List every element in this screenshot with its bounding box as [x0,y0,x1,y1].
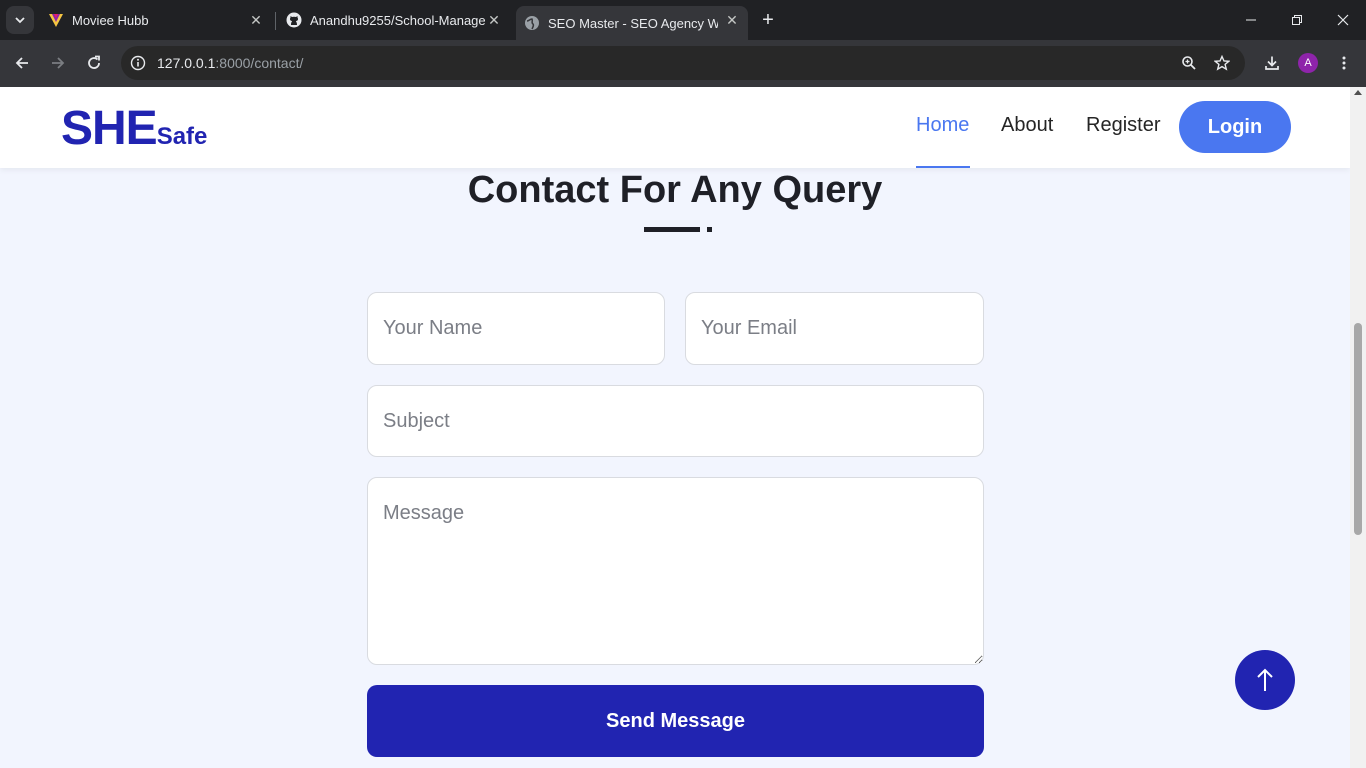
tab-title: Anandhu9255/School-Managem [310,12,485,28]
page-scrollbar[interactable] [1350,87,1366,768]
browser-toolbar: 127.0.0.1:8000/contact/ A [0,40,1366,87]
nav-link-about[interactable]: About [1001,114,1053,137]
contact-heading: Contact For Any Query [467,169,883,211]
tab-title: Moviee Hubb [72,12,149,28]
restore-button[interactable] [1274,0,1320,40]
login-button[interactable]: Login [1179,101,1291,153]
profile-avatar[interactable]: A [1298,53,1318,73]
tab-search-button[interactable] [6,6,34,34]
scroll-up-arrow-icon[interactable] [1354,90,1362,95]
heading-divider-dot [707,227,712,232]
tab-seo-master[interactable]: SEO Master - SEO Agency Web ✕ [516,6,748,40]
forward-button[interactable] [44,49,72,77]
site-logo[interactable]: SHESafe [61,101,207,156]
close-window-button[interactable] [1320,0,1366,40]
more-vertical-icon [1342,56,1346,70]
reload-button[interactable] [80,49,108,77]
heading-divider [644,227,700,232]
download-icon [1265,56,1279,70]
github-icon [286,12,302,28]
browser-tab-bar: Moviee Hubb ✕ Anandhu9255/School-Managem… [0,0,1366,40]
email-input[interactable] [685,292,984,365]
arrow-up-icon [1257,668,1273,691]
message-textarea[interactable] [367,477,984,665]
chevron-down-icon [15,17,25,24]
name-input[interactable] [367,292,665,365]
arrow-right-icon [52,57,65,69]
bookmark-star-icon[interactable] [1212,53,1232,73]
url-text: 127.0.0.1:8000/contact/ [157,55,304,71]
address-bar[interactable]: 127.0.0.1:8000/contact/ [121,46,1245,80]
vuetify-favicon-icon [49,14,63,27]
tab-github[interactable]: Anandhu9255/School-Managem ✕ [278,6,510,34]
scrollbar-thumb[interactable] [1354,323,1362,535]
restore-icon [1292,15,1302,25]
globe-icon [525,16,539,30]
tab-moviee-hubb[interactable]: Moviee Hubb ✕ [40,6,272,34]
nav-active-indicator [916,166,970,168]
minimize-icon [1246,19,1256,21]
back-to-top-button[interactable] [1235,650,1295,710]
tab-title: SEO Master - SEO Agency Web [548,15,718,31]
plus-icon: + [762,8,774,31]
close-icon[interactable]: ✕ [724,12,740,28]
site-navbar: SHESafe Home About Register Login [0,87,1350,168]
nav-link-home[interactable]: Home [916,114,969,137]
reload-icon [88,55,100,69]
browser-menu-button[interactable] [1330,49,1358,77]
back-button[interactable] [8,49,36,77]
downloads-button[interactable] [1258,49,1286,77]
site-info-icon[interactable] [128,53,148,73]
nav-link-register[interactable]: Register [1086,114,1160,137]
minimize-button[interactable] [1228,0,1274,40]
new-tab-button[interactable]: + [756,8,780,32]
close-icon[interactable]: ✕ [486,12,502,28]
arrow-left-icon [15,57,28,69]
subject-input[interactable] [367,385,984,457]
zoom-icon[interactable] [1179,53,1199,73]
send-message-button[interactable]: Send Message [367,685,984,757]
close-icon[interactable]: ✕ [248,12,264,28]
page-viewport: Contact For Any Query Send Message SHESa… [0,87,1350,768]
close-icon [1337,14,1349,26]
